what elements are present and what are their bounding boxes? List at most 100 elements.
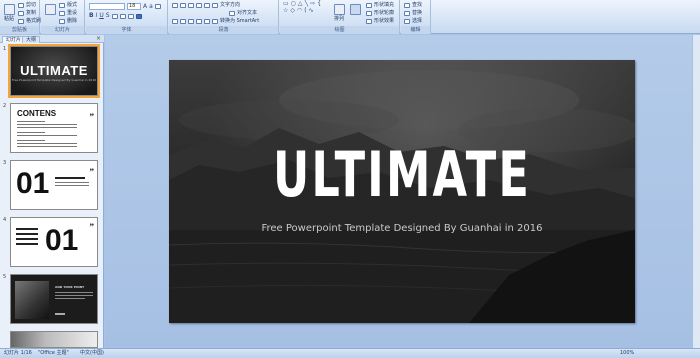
smartart-icon[interactable] bbox=[212, 18, 218, 24]
quick-styles-button[interactable] bbox=[348, 4, 362, 22]
thumbnail-title: ADD YOUR POINT bbox=[55, 285, 85, 289]
slide-counter: 幻灯片 1/16 bbox=[4, 350, 32, 356]
current-slide[interactable]: ULTIMATE Free Powerpoint Template Design… bbox=[169, 60, 635, 323]
slides-group-label: 幻灯片 bbox=[41, 26, 84, 34]
slide-editor: ULTIMATE Free Powerpoint Template Design… bbox=[105, 35, 700, 348]
copy-button[interactable]: 复制 bbox=[18, 10, 36, 16]
quick-styles-icon bbox=[349, 4, 361, 15]
align-left-icon[interactable] bbox=[172, 18, 178, 24]
align-row: 转换为 SmartArt bbox=[172, 18, 259, 24]
diamond-shape-icon[interactable]: ◇ bbox=[290, 8, 295, 14]
text-line bbox=[55, 298, 85, 299]
slide-title[interactable]: ULTIMATE bbox=[234, 142, 570, 208]
columns-icon[interactable] bbox=[204, 18, 210, 24]
clipboard-group-label: 剪贴板 bbox=[0, 26, 39, 34]
slide-number: 1 bbox=[3, 46, 7, 52]
shapes-gallery[interactable]: ▭ ○ △ ╲ ⇨ { bbox=[283, 1, 321, 7]
find-button[interactable]: 查找 bbox=[404, 2, 422, 8]
slide-number: 3 bbox=[3, 160, 7, 166]
increase-indent-icon[interactable] bbox=[196, 2, 202, 8]
align-right-icon[interactable] bbox=[188, 18, 194, 24]
language-indicator[interactable]: 中文(中国) bbox=[80, 349, 104, 358]
font-color-icon[interactable] bbox=[135, 13, 142, 19]
delete-slide-button[interactable]: 删除 bbox=[59, 18, 77, 24]
text-line bbox=[17, 135, 77, 136]
thumbnail-image: 01 ” bbox=[10, 217, 98, 267]
align-text-button[interactable]: 对齐文本 bbox=[229, 10, 257, 16]
bullets-icon[interactable] bbox=[172, 2, 178, 8]
font-size-combo[interactable]: 18 bbox=[127, 3, 141, 10]
slides-pane: 幻灯片 大纲 × 1 ULTIMATE Free Powerpoint Temp… bbox=[0, 35, 104, 348]
outline-pen-icon bbox=[366, 10, 372, 16]
scissors-icon bbox=[18, 2, 24, 8]
text-line bbox=[55, 295, 93, 296]
status-bar: 幻灯片 1/16 "Office 主题" 中文(中国) 100% bbox=[0, 348, 700, 358]
shrink-font-icon[interactable]: a bbox=[149, 3, 153, 10]
paragraph-group-label: 段落 bbox=[169, 26, 278, 34]
binoculars-icon bbox=[404, 2, 410, 8]
thumbnail-title: ULTIMATE bbox=[20, 63, 88, 78]
text-line bbox=[16, 243, 38, 245]
tab-outline[interactable]: 大纲 bbox=[22, 36, 41, 43]
font-name-combo[interactable] bbox=[89, 3, 125, 10]
new-slide-button[interactable] bbox=[43, 4, 57, 22]
drawing-group: ▭ ○ △ ╲ ⇨ { ☆ ◇ ◠ ( ∿ 排列 形状填充 形状轮廓 形状效果 … bbox=[280, 0, 400, 34]
layout-button[interactable]: 版式 bbox=[59, 2, 77, 8]
underline-icon[interactable]: U bbox=[99, 13, 103, 19]
text-line bbox=[17, 127, 77, 128]
zoom-level[interactable]: 100% bbox=[620, 349, 634, 358]
curve-shape-icon[interactable]: ∿ bbox=[309, 8, 314, 14]
shadow-icon[interactable] bbox=[111, 13, 118, 19]
delete-icon bbox=[59, 18, 65, 24]
fill-bucket-icon bbox=[366, 2, 372, 8]
text-line bbox=[17, 124, 77, 125]
select-button[interactable]: 选择 bbox=[404, 18, 422, 24]
list-row: 文字方向 bbox=[172, 2, 240, 8]
reset-button[interactable]: 重设 bbox=[59, 10, 77, 16]
grow-font-icon[interactable]: A bbox=[143, 3, 147, 10]
arrange-button[interactable]: 排列 bbox=[332, 4, 346, 22]
text-line bbox=[17, 143, 77, 144]
text-line bbox=[55, 292, 93, 293]
font-group: 18 A a B I U S 字体 bbox=[86, 0, 168, 34]
quote-mark-icon: ” bbox=[89, 167, 95, 177]
shape-outline-button[interactable]: 形状轮廓 bbox=[366, 10, 394, 16]
strikethrough-icon[interactable]: S bbox=[106, 13, 110, 19]
drawing-group-label: 绘图 bbox=[280, 26, 399, 34]
spacing-icon[interactable] bbox=[119, 13, 126, 19]
cut-button[interactable]: 剪切 bbox=[18, 2, 36, 8]
case-icon[interactable] bbox=[127, 13, 134, 19]
slide-number: 2 bbox=[3, 103, 7, 109]
close-icon[interactable]: × bbox=[96, 35, 101, 43]
ribbon: 粘贴 剪切 复制 格式刷 剪贴板 版式 重设 删除 幻灯片 18 A a B I… bbox=[0, 0, 700, 34]
cloud-shape-icon[interactable]: ◠ bbox=[297, 8, 302, 14]
text-line bbox=[55, 185, 89, 186]
text-line bbox=[17, 140, 45, 141]
line-spacing-icon[interactable] bbox=[204, 2, 210, 8]
text-line bbox=[55, 177, 85, 179]
shape-effects-button[interactable]: 形状效果 bbox=[366, 18, 394, 24]
italic-icon[interactable]: I bbox=[96, 13, 98, 19]
reset-icon bbox=[59, 10, 65, 16]
bold-icon[interactable]: B bbox=[89, 13, 94, 19]
slide-subtitle[interactable]: Free Powerpoint Template Designed By Gua… bbox=[169, 223, 635, 234]
brace-shape-icon[interactable]: { bbox=[317, 1, 321, 7]
decrease-indent-icon[interactable] bbox=[188, 2, 194, 8]
thumbnail-subtitle: Free Powerpoint Template Designed By Gua… bbox=[11, 78, 97, 82]
vertical-scrollbar[interactable] bbox=[692, 35, 700, 348]
text-line bbox=[55, 182, 89, 183]
bracket-shape-icon[interactable]: ( bbox=[304, 8, 306, 14]
text-direction-icon[interactable] bbox=[212, 2, 218, 8]
star-shape-icon[interactable]: ☆ bbox=[283, 8, 288, 14]
text-line bbox=[55, 313, 65, 315]
align-center-icon[interactable] bbox=[180, 18, 186, 24]
numbering-icon[interactable] bbox=[180, 2, 186, 8]
paste-button[interactable]: 粘贴 bbox=[2, 4, 16, 22]
clear-format-icon[interactable] bbox=[154, 4, 161, 9]
thumbnail-photo bbox=[15, 281, 49, 319]
format-painter-button[interactable]: 格式刷 bbox=[18, 18, 41, 24]
slide-number: 4 bbox=[3, 217, 7, 223]
shape-fill-button[interactable]: 形状填充 bbox=[366, 2, 394, 8]
justify-icon[interactable] bbox=[196, 18, 202, 24]
replace-button[interactable]: 替换 bbox=[404, 10, 422, 16]
